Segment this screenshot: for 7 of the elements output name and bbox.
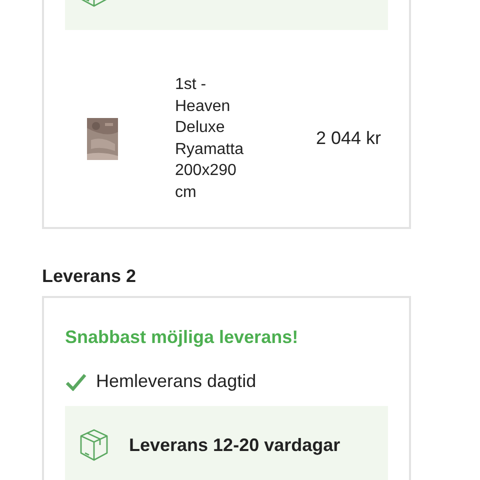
promo-text: Snabbast möjliga leverans!: [65, 327, 300, 348]
product-price: 2 044 kr: [316, 128, 382, 149]
delivery-estimate: Leverans 12-20 vardagar: [129, 434, 340, 456]
package-icon: [79, 428, 109, 462]
product-name: 1st - Heaven Deluxe Ryamatta 200x290 cm: [175, 75, 244, 202]
section-heading: Leverans 2: [42, 266, 138, 287]
option-label: Hemleverans dagtid: [96, 371, 256, 392]
